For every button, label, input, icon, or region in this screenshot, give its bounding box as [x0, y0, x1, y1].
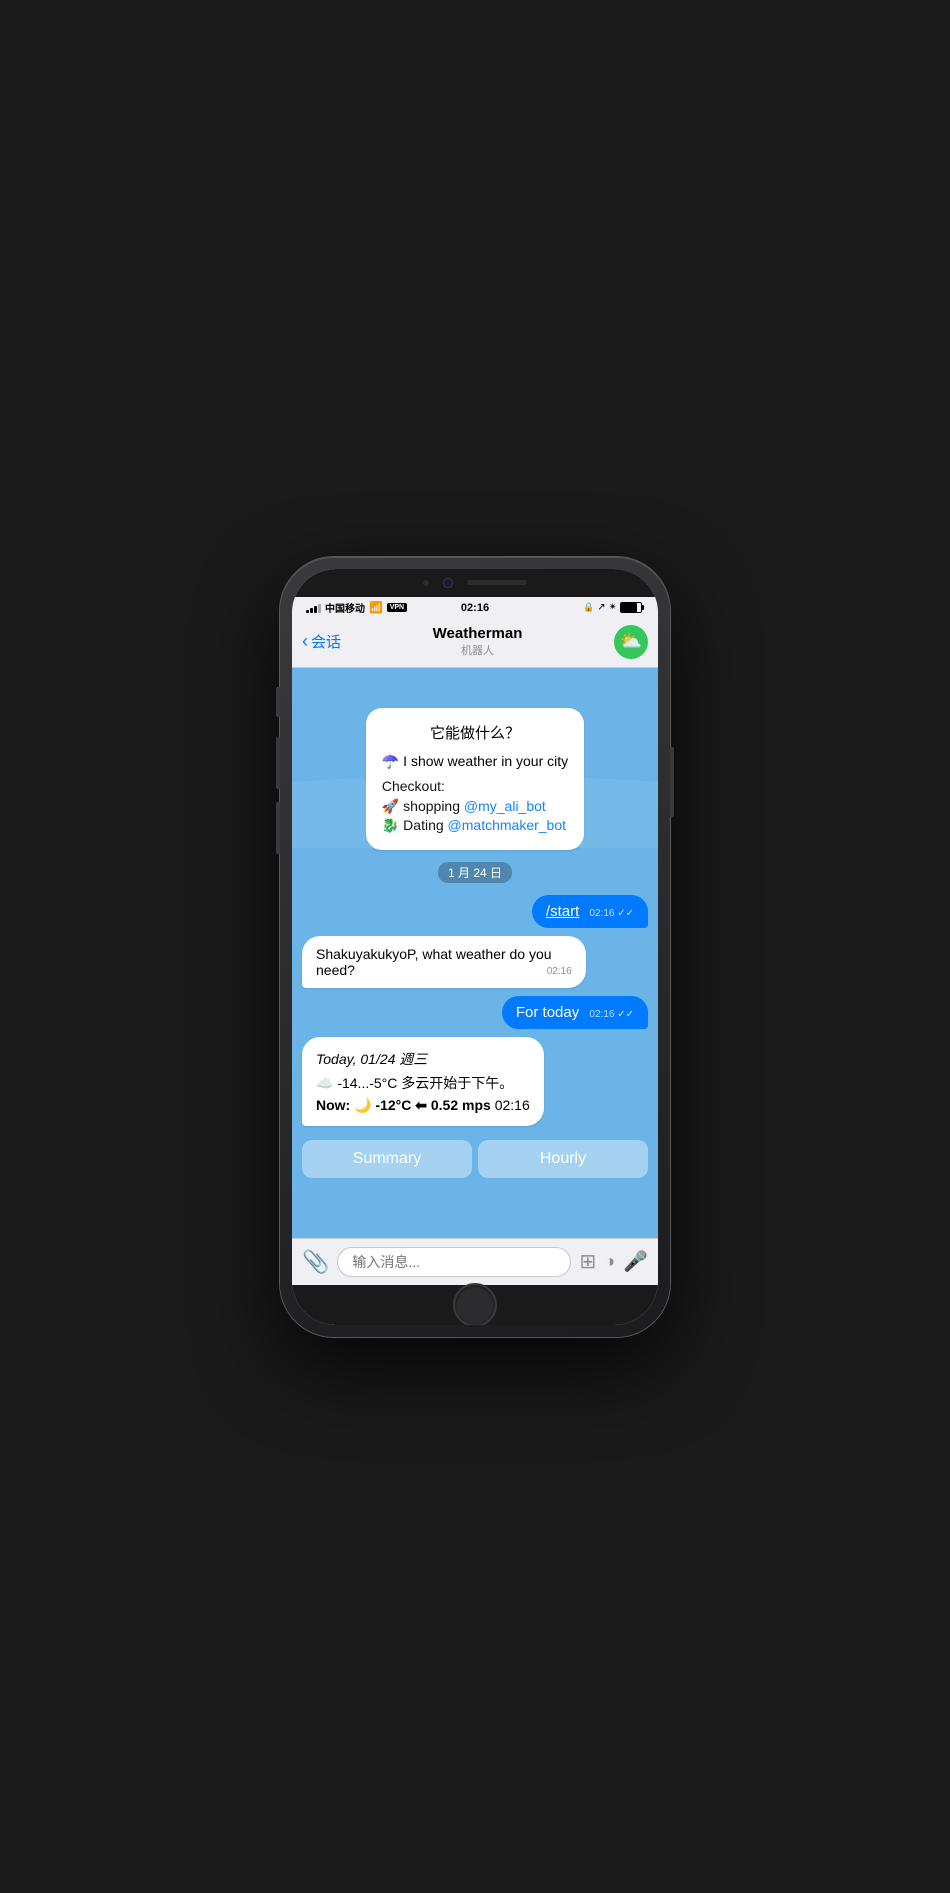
bluetooth-icon: ✴ [609, 602, 617, 613]
bot-avatar[interactable]: ⛅ [614, 625, 648, 659]
bot-icon: ⛅ [620, 631, 642, 652]
checkmarks-1: ✓✓ [617, 908, 634, 919]
weather-now-text: Now: 🌙 -12°C ⬅ 0.52 mps [316, 1097, 491, 1113]
weather-date: Today, 01/24 週三 [316, 1049, 530, 1069]
user-msg1-text: /start [546, 903, 579, 920]
vpn-badge: VPN [387, 603, 407, 612]
user-message-1: /start 02:16 ✓✓ [532, 895, 648, 928]
volume-up-button [276, 737, 280, 789]
mic-icon[interactable]: 🎤 [623, 1249, 648, 1274]
signal-bars [306, 602, 321, 613]
umbrella-icon: ☂️ [382, 753, 399, 769]
attach-icon[interactable]: 📎 [302, 1249, 329, 1275]
camera-area [292, 569, 658, 597]
shopping-link: 🚀 shopping @my_ali_bot [382, 798, 568, 815]
rocket-icon: 🚀 [382, 798, 399, 814]
nav-title: Weatherman 机器人 [433, 625, 523, 658]
back-button[interactable]: ‹ 会话 [302, 631, 341, 652]
battery [620, 602, 644, 613]
bot-msg1-time: 02:16 [547, 966, 572, 977]
user-msg1-time: 02:16 ✓✓ [589, 908, 634, 919]
chat-area: 它能做什么？ ☂️ I show weather in your city Ch… [292, 668, 658, 1238]
camera-dot [423, 580, 429, 586]
date-divider: 1 月 24 日 [438, 862, 512, 883]
carrier-name: 中国移动 [325, 600, 365, 615]
welcome-desc-text: I show weather in your city [403, 753, 568, 769]
lock-icon: 🔒 [583, 602, 594, 613]
welcome-bubble: 它能做什么？ ☂️ I show weather in your city Ch… [366, 708, 584, 850]
weather-now: Now: 🌙 -12°C ⬅ 0.52 mps 02:16 [316, 1097, 530, 1114]
back-label: 会话 [311, 631, 341, 652]
home-button[interactable] [453, 1283, 497, 1325]
status-left: 中国移动 📶 VPN [306, 600, 407, 615]
weather-bubble: Today, 01/24 週三 ☁️ -14...-5°C 多云开始于下午。 N… [302, 1037, 544, 1126]
power-button [670, 747, 674, 817]
welcome-desc: ☂️ I show weather in your city [382, 753, 568, 770]
status-right: 🔒 ↗ ✴ [583, 602, 644, 613]
weather-time: 02:16 [495, 1097, 530, 1113]
chat-title: Weatherman [433, 625, 523, 642]
mute-button [276, 687, 280, 717]
checkmarks-2: ✓✓ [617, 1009, 634, 1020]
welcome-title: 它能做什么？ [382, 722, 568, 743]
bot-msg1-text: ShakuyakukyoP, what weather do you need? [316, 946, 552, 978]
checkout-label: Checkout: [382, 778, 568, 794]
nav-bar: ‹ 会话 Weatherman 机器人 ⛅ [292, 619, 658, 668]
phone-screen: 中国移动 📶 VPN 02:16 🔒 ↗ ✴ ‹ 会话 [292, 569, 658, 1325]
quick-replies: Summary Hourly [302, 1134, 648, 1186]
chat-subtitle: 机器人 [433, 642, 523, 658]
user-msg2-time: 02:16 ✓✓ [589, 1009, 634, 1020]
hourly-button[interactable]: Hourly [478, 1140, 648, 1178]
user-msg2-text: For today [516, 1004, 579, 1021]
weather-temp: ☁️ -14...-5°C 多云开始于下午。 [316, 1073, 530, 1093]
home-area [292, 1285, 658, 1325]
speaker-slot [467, 580, 527, 585]
status-time: 02:16 [461, 602, 489, 614]
wifi-icon: 📶 [369, 601, 383, 614]
summary-button[interactable]: Summary [302, 1140, 472, 1178]
phone-frame: 中国移动 📶 VPN 02:16 🔒 ↗ ✴ ‹ 会话 [280, 557, 670, 1337]
location-icon: ↗ [597, 602, 605, 613]
volume-down-button [276, 802, 280, 854]
bot-message-1: ShakuyakukyoP, what weather do you need?… [302, 936, 586, 988]
camera-lens [443, 578, 453, 588]
my-ali-bot-link[interactable]: @my_ali_bot [464, 798, 546, 814]
user-message-2: For today 02:16 ✓✓ [502, 996, 648, 1029]
status-bar: 中国移动 📶 VPN 02:16 🔒 ↗ ✴ [292, 597, 658, 619]
matchmaker-bot-link[interactable]: @matchmaker_bot [448, 817, 566, 833]
dating-link: 🐉 Dating @matchmaker_bot [382, 817, 568, 834]
message-input[interactable] [337, 1247, 571, 1277]
emoji-keyboard-icon[interactable]: ⊞ [579, 1249, 596, 1274]
dragon-icon: 🐉 [382, 817, 399, 833]
sticker-icon[interactable]: ◑ [604, 1251, 615, 1272]
input-bar: 📎 ⊞ ◑ 🎤 [292, 1238, 658, 1285]
